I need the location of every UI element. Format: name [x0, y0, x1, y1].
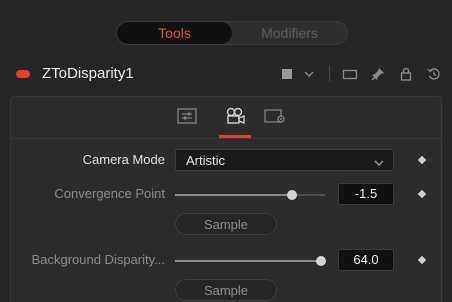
tool-header-icons [279, 66, 442, 82]
frame-icon[interactable] [342, 66, 358, 82]
sample-convergence-button[interactable]: Sample [175, 213, 277, 235]
camera-mode-value: Artistic [186, 153, 225, 168]
chevron-down-icon[interactable] [301, 66, 317, 82]
active-tab-indicator [219, 135, 251, 138]
inspector-panel: Tools Modifiers ZToDisparity1 Camera Mod… [0, 0, 452, 302]
settings-icon [264, 108, 286, 129]
sliders-icon [177, 107, 197, 129]
background-disparity-keyframe-icon[interactable] [417, 255, 427, 265]
color-swatch-icon[interactable] [279, 66, 295, 82]
tool-controls-area: Camera Mode Artistic Convergence Point -… [10, 96, 442, 302]
camera-mode-label: Camera Mode [82, 152, 165, 167]
convergence-point-slider[interactable] [175, 194, 325, 196]
background-disparity-input[interactable]: 64.0 [338, 249, 394, 271]
convergence-point-keyframe-icon[interactable] [417, 189, 427, 199]
tool-enable-dot[interactable] [16, 70, 30, 78]
background-disparity-slider-fill [175, 260, 321, 262]
convergence-point-slider-fill [175, 194, 292, 196]
chevron-down-icon [373, 155, 385, 173]
controls-tab[interactable] [176, 107, 198, 129]
tool-name: ZToDisparity1 [42, 65, 134, 82]
tool-header[interactable]: ZToDisparity1 [0, 58, 452, 90]
camera-icon [224, 106, 246, 131]
tools-modifiers-switch: Tools Modifiers [116, 21, 348, 45]
sample-background-button[interactable]: Sample [175, 279, 277, 301]
background-disparity-slider[interactable] [175, 260, 325, 262]
background-disparity-slider-thumb[interactable] [315, 256, 326, 266]
lock-icon[interactable] [398, 66, 414, 82]
camera-mode-keyframe-icon[interactable] [417, 155, 427, 165]
control-tabs [11, 97, 441, 139]
modifiers-tab-button[interactable]: Modifiers [232, 22, 347, 44]
convergence-point-slider-thumb[interactable] [287, 190, 297, 200]
pin-icon[interactable] [370, 66, 386, 82]
camera-mode-dropdown[interactable]: Artistic [175, 149, 394, 171]
tools-tab-button[interactable]: Tools [117, 22, 232, 44]
settings-tab[interactable] [264, 107, 286, 129]
header-separator [329, 66, 330, 82]
camera-tab[interactable] [224, 107, 246, 129]
background-disparity-label: Background Disparity... [31, 252, 165, 267]
convergence-point-label: Convergence Point [54, 186, 165, 201]
convergence-point-input[interactable]: -1.5 [338, 183, 394, 205]
reset-icon[interactable] [426, 66, 442, 82]
